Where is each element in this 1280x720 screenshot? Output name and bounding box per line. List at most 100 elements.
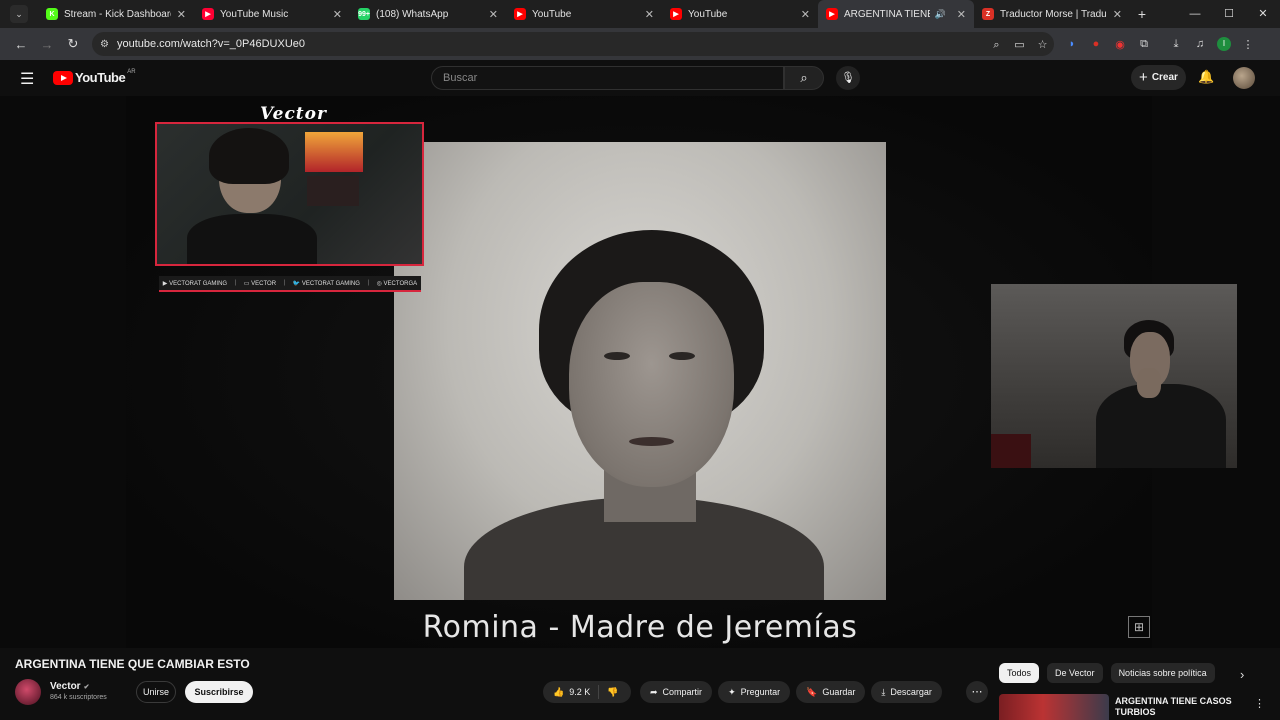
chip-politics-news[interactable]: Noticias sobre política [1110,663,1215,683]
subscriber-count: 864 k suscriptores [50,694,107,701]
new-tab-button[interactable]: + [1130,6,1154,22]
tab-search-button[interactable]: ⌄ [0,0,38,28]
share-button[interactable]: ➦ Compartir [640,681,713,703]
extension-icon[interactable]: ● [1084,38,1108,50]
media-control-icon[interactable]: ♫ [1188,38,1212,50]
tab-close-icon[interactable]: ✕ [177,8,186,21]
browser-tab[interactable]: ▶ YouTube ✕ [662,0,818,28]
arcade-machine [305,132,363,172]
maximize-icon[interactable]: ☐ [1212,0,1246,28]
share-icon: ➦ [650,686,658,697]
browser-tab[interactable]: K Stream - Kick Dashboard ✕ [38,0,194,28]
download-button[interactable]: ⤓ Descargar [871,681,942,703]
subject-mouth [629,437,674,446]
profile-icon[interactable]: I [1217,37,1231,51]
create-button[interactable]: + Crear [1131,65,1186,90]
subscribe-button[interactable]: Suscribirse [185,681,253,703]
tab-favicon-icon: 99+ [358,8,370,20]
plus-icon: + [1139,69,1148,86]
desk-object [991,434,1031,468]
tab-close-icon[interactable]: ✕ [1113,8,1122,21]
back-icon[interactable]: ← [8,37,34,52]
thumbs-up-icon: 👍 [553,686,565,697]
tab-close-icon[interactable]: ✕ [333,8,342,21]
tab-title: YouTube [532,8,572,20]
browser-menu-icon[interactable]: ⋮ [1236,38,1260,51]
forward-icon[interactable]: → [34,37,60,52]
like-dislike-group: 👍 9.2 K 👎 [543,681,631,703]
browser-tab[interactable]: 99+ (108) WhatsApp ✕ [350,0,506,28]
tab-title: Traductor Morse | Traduc [1000,8,1107,20]
tab-title: YouTube Music [220,8,289,20]
video-player[interactable]: Romina - Madre de Jeremías Vector ▶ VECT… [0,96,1280,648]
logo-text: YouTube [75,70,126,85]
tab-favicon-icon: Z [982,8,994,20]
bookmark-star-icon[interactable]: ☆ [1031,38,1054,51]
tab-title: (108) WhatsApp [376,8,449,20]
more-actions-button[interactable]: ⋯ [966,681,988,703]
chip-all[interactable]: Todos [999,663,1040,683]
sparkle-icon: ✦ [728,686,736,697]
reload-icon[interactable]: ↻ [60,36,86,52]
social-links-bar: ▶ VECTORAT GAMING | ▭ VECTOR | 🐦 VECTORA… [159,276,421,292]
minimize-icon[interactable]: — [1178,0,1212,28]
join-button[interactable]: Unirse [136,681,176,703]
browser-tab[interactable]: ▶ ARGENTINA TIENE QU 🔊 ✕ [818,0,974,28]
dislike-button[interactable]: 👎 [599,687,626,698]
action-bar: ➦ Compartir ✦ Preguntar 🔖 Guardar ⤓ Descarga… [640,681,942,703]
user-avatar[interactable] [1233,67,1255,89]
cast-icon[interactable]: ▭ [1008,38,1031,51]
tab-close-icon[interactable]: ✕ [957,8,966,21]
close-window-icon[interactable]: ✕ [1246,0,1280,28]
search-button[interactable]: ⌕ [784,66,824,90]
voice-search-button[interactable]: 🎙 [836,66,860,90]
tab-close-icon[interactable]: ✕ [645,8,654,21]
instagram-social: ◎ VECTORGA [376,280,418,287]
tab-close-icon[interactable]: ✕ [801,8,810,21]
youtube-logo[interactable]: YouTube AR [53,69,136,85]
audio-playing-icon[interactable]: 🔊 [935,9,946,20]
browser-tab[interactable]: ▶ YouTube ✕ [506,0,662,28]
recommended-thumbnail[interactable] [999,694,1109,720]
youtube-header: ☰ YouTube AR Buscar ⌕ 🎙 + Crear 🔔 [0,60,1280,96]
channel-name[interactable]: Vector ✔ [50,681,89,692]
like-button[interactable]: 👍 9.2 K [543,685,600,699]
bookmark-icon: 🔖 [806,686,818,697]
tab-favicon-icon: ▶ [514,8,526,20]
streamer-hair [209,128,289,184]
channel-avatar[interactable] [15,679,41,705]
search-input[interactable]: Buscar [431,66,784,90]
video-letterbox-left [0,96,126,648]
menu-icon[interactable]: ☰ [20,69,34,89]
notifications-bell-icon[interactable]: 🔔 [1198,69,1214,85]
recommended-menu-icon[interactable]: ⋮ [1254,697,1265,710]
download-icon[interactable]: ⤓ [1164,38,1188,51]
youtube-social: ▶ VECTORAT GAMING [162,280,228,287]
zoom-icon[interactable]: ⌕ [985,39,1008,52]
overlay-brand: Vector [260,104,327,124]
chevron-down-icon: ⌄ [10,5,28,23]
subject-eye [604,352,630,360]
ask-button[interactable]: ✦ Preguntar [718,681,791,703]
download-icon: ⤓ [881,686,886,697]
save-button[interactable]: 🔖 Guardar [796,681,866,703]
record-icon[interactable]: ◉ [1108,38,1132,51]
subject-eye [669,352,695,360]
browser-tab[interactable]: ▶ YouTube Music ✕ [194,0,350,28]
recommended-title[interactable]: ARGENTINA TIENE CASOS TURBIOS [1115,696,1245,718]
filter-chips: Todos De Vector Noticias sobre política [999,663,1215,685]
video-caption: Romina - Madre de Jeremías [422,610,858,645]
chevron-right-icon[interactable]: › [1240,667,1244,682]
chip-from-channel[interactable]: De Vector [1047,663,1103,683]
puzzle-icon[interactable]: ⧉ [1132,38,1156,51]
browser-tab[interactable]: Z Traductor Morse | Traduc ✕ [974,0,1130,28]
create-label: Crear [1151,72,1178,83]
tab-favicon-icon: K [46,8,58,20]
browser-tab-bar: ⌄ K Stream - Kick Dashboard ✕ ▶ YouTube Musi… [0,0,1280,28]
tab-close-icon[interactable]: ✕ [489,8,498,21]
url-text[interactable]: youtube.com/watch?v=_0P46DUXUe0 [117,38,985,50]
url-bar[interactable]: ⚙ youtube.com/watch?v=_0P46DUXUe0 ⌕ ▭ ☆ [92,32,1054,56]
viewer-hand [1137,368,1161,398]
site-info-icon[interactable]: ⚙ [100,39,109,50]
extension-icon[interactable]: ◗ [1060,38,1084,50]
